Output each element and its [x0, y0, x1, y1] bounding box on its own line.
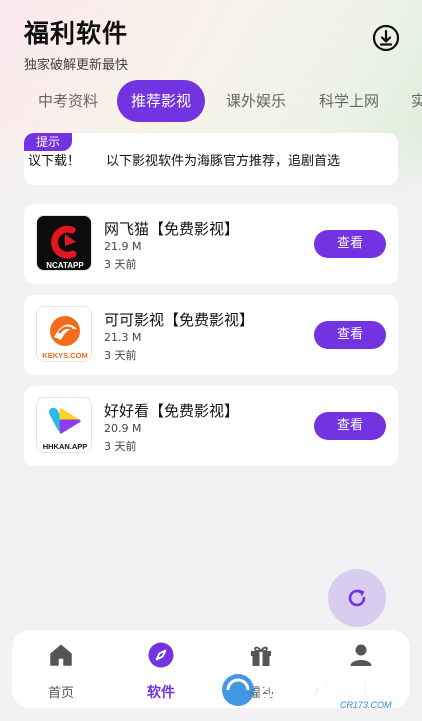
download-button[interactable] — [372, 24, 400, 52]
tab-science-internet[interactable]: 科学上网 — [319, 80, 379, 122]
app-name: 好好看【免费影视】 — [104, 402, 240, 420]
app-icon-text: HHKAN.APP — [43, 442, 88, 451]
user-icon — [350, 644, 372, 666]
watermark-domain: CR173.COM — [340, 700, 392, 710]
refresh-button[interactable] — [328, 569, 386, 627]
nav-item-software[interactable]: 软件 — [121, 630, 201, 708]
notice-marquee-text: 议下载！ 以下影视软件为海豚官方推荐，追剧首选 — [28, 154, 341, 169]
nav-label: 首页 — [47, 686, 74, 701]
app-icon-ncat: NCATAPP — [36, 215, 92, 271]
home-icon — [50, 644, 72, 666]
app-date: 3 天前 — [104, 349, 137, 362]
nav-label: 软件 — [147, 685, 175, 701]
page-header: 福利软件 独家破解更新最快 — [24, 14, 128, 73]
app-icon-kekys: KEKYS.COM — [36, 306, 92, 362]
view-button[interactable]: 查看 — [314, 412, 386, 440]
app-icon-hhkan: HHKAN.APP — [36, 397, 92, 453]
category-tabs: 中考资料 推荐影视 课外娱乐 科学上网 实 — [0, 80, 422, 122]
app-icon-text: NCATAPP — [46, 261, 84, 270]
app-size: 21.9 M — [104, 240, 142, 253]
tab-zhongkao[interactable]: 中考资料 — [38, 80, 98, 122]
page-title: 福利软件 — [24, 19, 129, 48]
notice-tag: 提示 — [24, 133, 73, 151]
app-name: 网飞猫【免费影视】 — [104, 220, 240, 238]
watermark-brand: 西西软件园 — [258, 676, 368, 702]
tab-extracurricular[interactable]: 课外娱乐 — [226, 80, 286, 122]
page-subtitle: 独家破解更新最快 — [24, 58, 129, 73]
download-icon — [372, 24, 400, 52]
refresh-icon — [348, 589, 366, 607]
app-size: 20.9 M — [104, 422, 142, 435]
view-button[interactable]: 查看 — [314, 230, 386, 258]
nav-item-home[interactable]: 首页 — [21, 630, 101, 708]
app-size: 21.3 M — [104, 331, 142, 344]
notice-banner: 议下载！ 以下影视软件为海豚官方推荐，追剧首选 提示 — [24, 133, 398, 185]
app-card-hhkan[interactable]: HHKAN.APP 好好看【免费影视】 20.9 M 3 天前 查看 — [24, 386, 398, 466]
app-card-kekys[interactable]: KEKYS.COM 可可影视【免费影视】 21.3 M 3 天前 查看 — [24, 295, 398, 375]
view-button[interactable]: 查看 — [314, 321, 386, 349]
app-icon-text: KEKYS.COM — [42, 351, 87, 360]
compass-icon — [148, 642, 174, 668]
app-date: 3 天前 — [104, 440, 137, 453]
tab-partial[interactable]: 实 — [411, 80, 422, 122]
tab-recommended-video[interactable]: 推荐影视 — [117, 80, 206, 122]
app-card-ncat[interactable]: NCATAPP 网飞猫【免费影视】 21.9 M 3 天前 查看 — [24, 204, 398, 284]
app-date: 3 天前 — [104, 258, 137, 271]
app-name: 可可影视【免费影视】 — [104, 311, 255, 329]
gift-icon — [251, 646, 271, 666]
watermark-logo: 西西软件园 CR173.COM — [218, 668, 408, 712]
